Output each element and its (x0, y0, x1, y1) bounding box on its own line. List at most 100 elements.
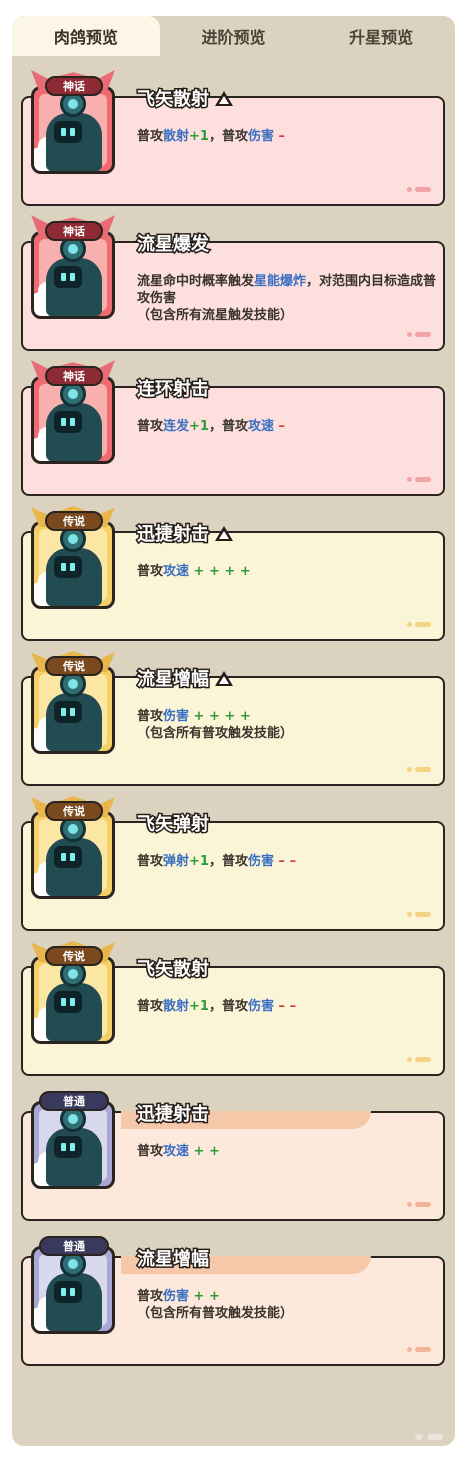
skill-title: 连环射击 (136, 375, 211, 402)
card-corner-dots (407, 622, 431, 627)
rarity-badge: 传说 (31, 940, 115, 966)
tab-bar: 肉鸽预览 进阶预览 升星预览 (12, 16, 455, 56)
skill-title: 迅捷射击 (136, 1100, 211, 1127)
description-segment: 普攻 (137, 129, 164, 144)
rarity-badge: 神话 (31, 360, 115, 386)
description-segment: 攻速 (163, 1144, 190, 1159)
description-segment: 伤害 (248, 999, 275, 1014)
description-segment: 普攻 (137, 1144, 164, 1159)
description-segment: （包含所有普攻触发技能） (137, 1306, 294, 1321)
portrait-frame (31, 376, 115, 464)
skill-portrait: 传说 (29, 503, 117, 611)
skill-card[interactable]: 普通 流星增幅 普攻伤害 + + （包含所有普攻触发技能） (21, 1228, 445, 1366)
hero-face-icon (54, 411, 82, 433)
description-segment: ，普攻 (208, 129, 248, 144)
skill-card[interactable]: 传说迅捷射击普攻攻速 + + + + (21, 503, 445, 641)
skill-card[interactable]: 传说 飞矢弹射 普攻弹射+1，普攻伤害 – – (21, 793, 445, 931)
skill-title: 飞矢散射 (136, 955, 211, 982)
skill-card[interactable]: 普通 迅捷射击普攻攻速 + + (21, 1083, 445, 1221)
skill-description: 普攻散射+1，普攻伤害 – (137, 128, 439, 145)
rarity-label: 传说 (45, 946, 103, 966)
description-segment: 星能爆炸 (254, 274, 307, 289)
skill-description: 普攻伤害 + + （包含所有普攻触发技能） (137, 1288, 439, 1322)
description-segment: ，普攻 (208, 854, 248, 869)
skill-portrait: 神话 (29, 68, 117, 176)
skill-description: 普攻散射+1，普攻伤害 – – (137, 998, 439, 1015)
skill-card[interactable]: 神话 连环射击 普攻连发+1，普攻攻速 – (21, 358, 445, 496)
description-segment: 攻速 (248, 419, 275, 434)
description-segment: 连发 (163, 419, 190, 434)
description-segment: + + (189, 1289, 220, 1304)
card-corner-dots (407, 1202, 431, 1207)
rarity-badge: 普通 (31, 1085, 115, 1111)
description-segment: 散射 (163, 129, 190, 144)
skill-description: 普攻攻速 + + + + (137, 563, 439, 580)
skill-title-text: 流星增幅 (136, 1248, 211, 1272)
description-segment: – – (274, 854, 297, 869)
skill-portrait: 普通 (29, 1083, 117, 1191)
rarity-label: 普通 (39, 1236, 109, 1256)
portrait-frame (31, 666, 115, 754)
rarity-label: 传说 (45, 511, 103, 531)
skill-title-text: 飞矢散射 (136, 958, 211, 982)
rarity-badge: 传说 (31, 505, 115, 531)
description-segment: （包含所有普攻触发技能） (137, 726, 294, 741)
card-corner-dots (407, 332, 431, 337)
hero-face-icon (54, 991, 82, 1013)
rarity-label: 神话 (45, 366, 103, 386)
description-segment: +1 (189, 129, 209, 144)
skill-description: 普攻攻速 + + (137, 1143, 439, 1160)
tab-star-preview[interactable]: 升星预览 (307, 16, 455, 56)
tab-roguelike-preview[interactable]: 肉鸽预览 (12, 16, 160, 56)
rarity-badge: 普通 (31, 1230, 115, 1256)
skill-title-text: 飞矢弹射 (136, 813, 211, 837)
description-segment: + + + + (189, 564, 251, 579)
description-segment: 伤害 (163, 709, 190, 724)
skill-title: 飞矢散射 (136, 85, 233, 112)
rarity-label: 神话 (45, 76, 103, 96)
rarity-badge: 传说 (31, 795, 115, 821)
hero-face-icon (54, 121, 82, 143)
description-segment: + + + + (189, 709, 251, 724)
rarity-label: 传说 (45, 801, 103, 821)
portrait-frame (31, 1101, 115, 1189)
skill-portrait: 神话 (29, 358, 117, 466)
skill-card[interactable]: 神话 飞矢散射 普攻散射+1，普攻伤害 – (21, 68, 445, 206)
triangle-icon (215, 670, 233, 686)
hero-face-icon (54, 701, 82, 723)
skill-title: 流星增幅 (136, 1245, 211, 1272)
description-segment: – (274, 419, 286, 434)
skill-card[interactable]: 传说飞矢散射普攻散射+1，普攻伤害 – – (21, 938, 445, 1076)
skill-description: 流星命中时概率触发星能爆炸，对范围内目标造成普攻伤害 （包含所有流星触发技能） (137, 273, 439, 324)
description-segment: 普攻 (137, 419, 164, 434)
description-segment: 普攻 (137, 709, 164, 724)
portrait-frame (31, 1246, 115, 1334)
triangle-icon (215, 90, 233, 106)
skill-title-text: 迅捷射击 (136, 523, 211, 547)
skill-description: 普攻伤害 + + + + （包含所有普攻触发技能） (137, 708, 439, 742)
skill-preview-panel: 肉鸽预览 进阶预览 升星预览 神话 飞矢散射 普攻散射+1，普攻伤害 – 神话 流星爆发… (12, 16, 455, 1446)
skill-portrait: 传说 (29, 648, 117, 756)
description-segment: 散射 (163, 999, 190, 1014)
description-segment: 伤害 (248, 129, 275, 144)
tab-advance-preview[interactable]: 进阶预览 (159, 16, 308, 56)
skill-card[interactable]: 神话 流星爆发 流星命中时概率触发星能爆炸，对范围内目标造成普攻伤害 （包含所有流星触… (21, 213, 445, 351)
hero-face-icon (54, 1281, 82, 1303)
portrait-frame (31, 956, 115, 1044)
skill-portrait: 神话 (29, 213, 117, 321)
description-segment: 伤害 (163, 1289, 190, 1304)
card-corner-dots (407, 477, 431, 482)
skill-title: 流星增幅 (136, 665, 233, 692)
hero-face-icon (54, 266, 82, 288)
card-corner-dots (407, 1347, 431, 1352)
skill-title-text: 飞矢散射 (136, 88, 211, 112)
skill-title-text: 迅捷射击 (136, 1103, 211, 1127)
description-segment: （包含所有流星触发技能） (137, 308, 294, 323)
portrait-frame (31, 521, 115, 609)
portrait-frame (31, 811, 115, 899)
description-segment: +1 (189, 419, 209, 434)
skill-title: 飞矢弹射 (136, 810, 211, 837)
hero-face-icon (54, 1136, 82, 1158)
skill-card[interactable]: 传说 流星增幅普攻伤害 + + + + （包含所有普攻触发技能） (21, 648, 445, 786)
triangle-icon (215, 525, 233, 541)
